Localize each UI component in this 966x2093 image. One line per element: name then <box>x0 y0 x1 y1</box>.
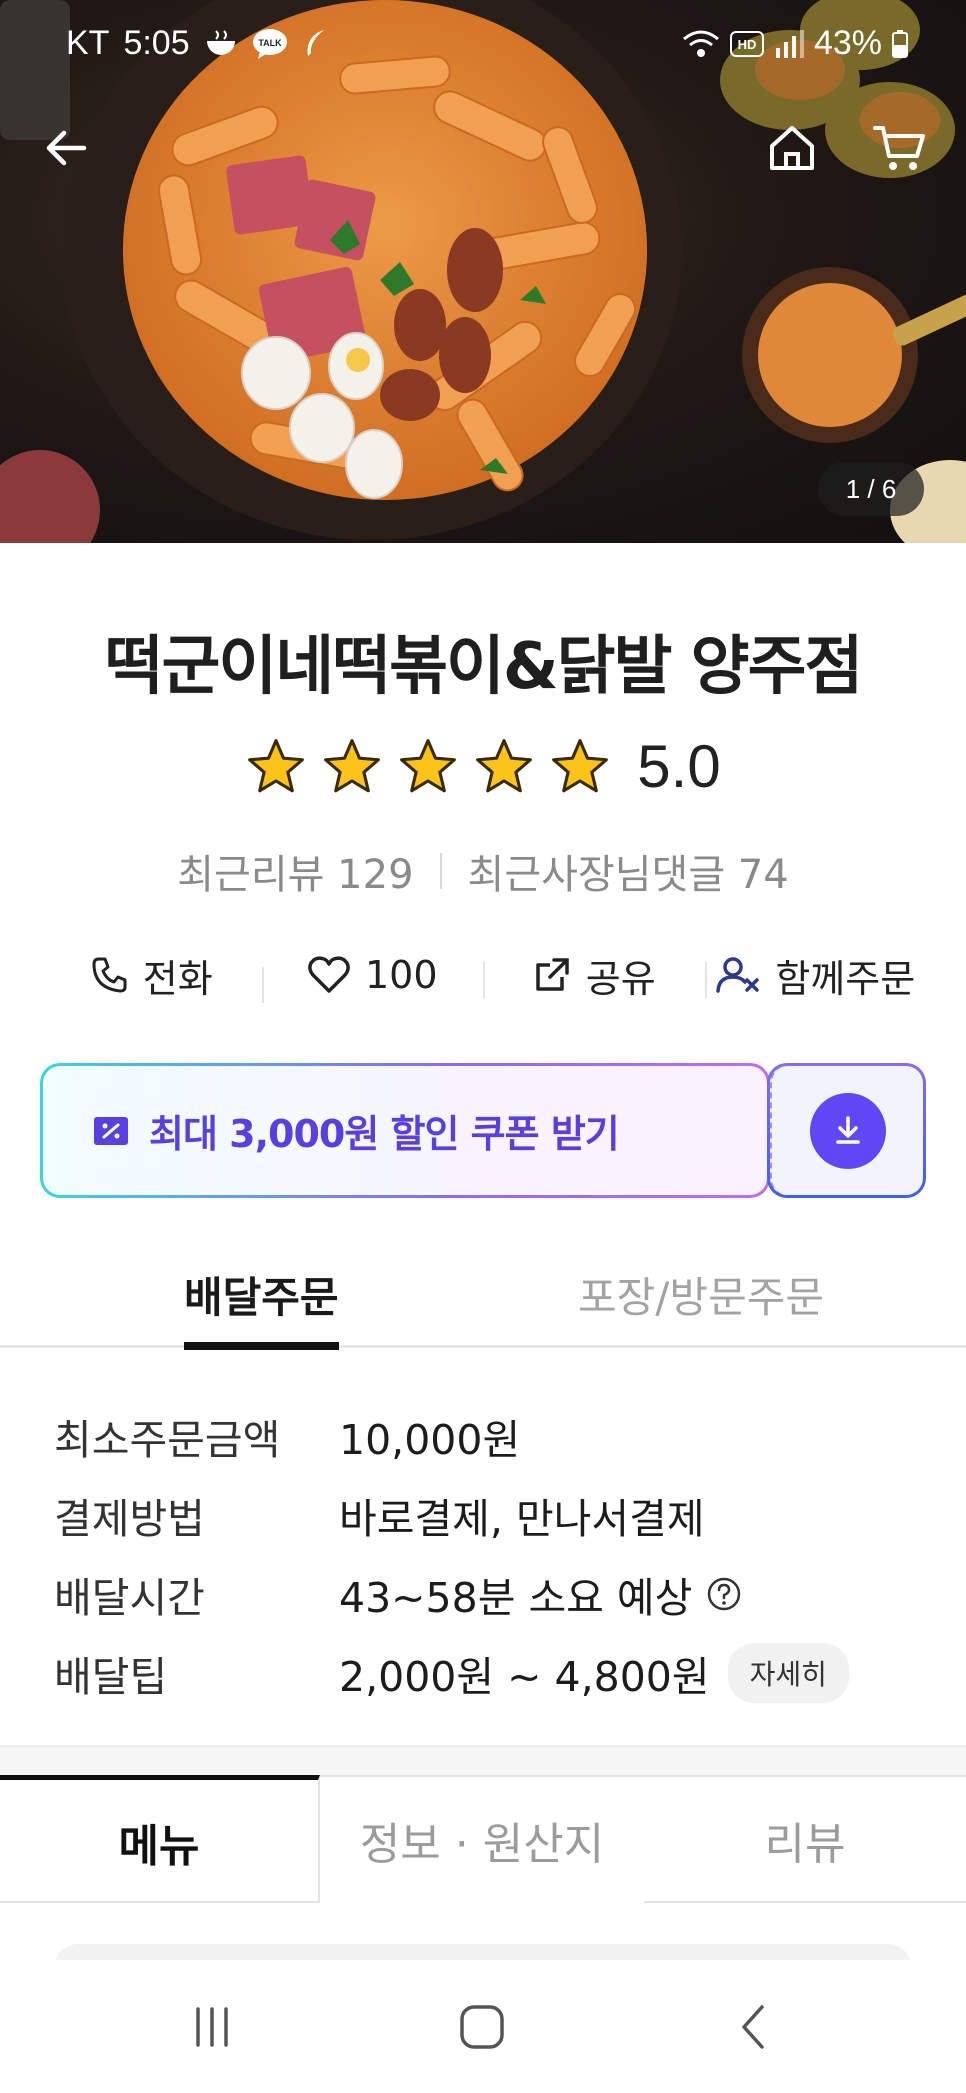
like-count: 100 <box>364 953 438 997</box>
like-button[interactable]: 100 <box>261 953 484 1003</box>
system-home-button[interactable] <box>442 1994 522 2060</box>
coupon-banner: 최대 3,000원 할인 쿠폰 받기 <box>40 1063 926 1198</box>
download-icon <box>835 1115 860 1144</box>
home-icon <box>770 126 814 170</box>
svg-text:HD: HD <box>738 37 757 52</box>
home-button[interactable] <box>756 112 828 184</box>
tab-pickup[interactable]: 포장/방문주문 <box>578 1264 824 1325</box>
recent-reviews-link[interactable]: 최근리뷰 129 <box>177 842 413 900</box>
payment-label: 결제방법 <box>54 1494 205 1543</box>
info-row-delivery-tip: 배달팁 2,000원 ~ 4,800원 자세히 <box>54 1633 934 1712</box>
battery-label: 43% <box>813 24 882 62</box>
signal-icon <box>774 29 804 58</box>
system-back-icon <box>742 2005 764 2049</box>
hero-image-carousel[interactable]: KT 5:05 TALK HD 43% 1 / 6 <box>0 0 966 543</box>
hd-icon: HD <box>729 30 764 57</box>
carrier-label: KT <box>66 24 110 62</box>
call-button[interactable]: 전화 <box>40 948 262 1003</box>
talk-icon: TALK <box>252 28 288 60</box>
payment-value: 바로결제, 만나서결제 <box>339 1494 705 1543</box>
delivery-time-group: 43~58분 소요 예상 <box>339 1564 742 1624</box>
cart-button[interactable] <box>864 112 936 184</box>
star-icon <box>324 738 381 792</box>
info-row-min-order: 최소주문금액 10,000원 <box>54 1396 934 1475</box>
star-rating <box>245 736 611 798</box>
store-name: 떡군이네떡볶이&닭발 양주점 <box>104 630 864 704</box>
delivery-tip-value: 2,000원 ~ 4,800원 <box>339 1652 710 1701</box>
battery-icon <box>892 29 908 58</box>
wifi-icon <box>682 29 720 59</box>
status-bar: KT 5:05 TALK HD 43% <box>0 0 966 90</box>
store-actions: 전화 100 공유 함께주문 <box>40 940 926 1010</box>
divider <box>439 853 442 889</box>
info-row-delivery-time: 배달시간 43~58분 소요 예상 <box>54 1554 934 1633</box>
tab-delivery[interactable]: 배달주문 <box>184 1264 339 1350</box>
page-indicator: 1 / 6 <box>818 462 924 516</box>
call-label: 전화 <box>142 956 213 1001</box>
share-icon <box>536 958 569 991</box>
recents-icon <box>196 2007 228 2047</box>
share-button[interactable]: 공유 <box>483 948 705 1003</box>
cart-icon <box>873 126 925 170</box>
tab-menu[interactable]: 메뉴 <box>0 1775 320 1903</box>
recents-button[interactable] <box>172 1994 252 2060</box>
system-home-icon <box>460 2005 504 2049</box>
min-order-value: 10,000원 <box>339 1415 521 1464</box>
delivery-time-value: 43~58분 소요 예상 <box>339 1573 693 1622</box>
group-order-label: 함께주문 <box>775 956 916 1001</box>
section-divider <box>0 1745 966 1777</box>
group-order-icon <box>716 957 760 993</box>
system-back-button[interactable] <box>714 1994 794 2060</box>
group-order-button[interactable]: 함께주문 <box>704 948 927 1003</box>
info-row-payment: 결제방법 바로결제, 만나서결제 <box>54 1475 934 1554</box>
star-icon <box>552 738 609 792</box>
bowl-icon <box>204 29 238 59</box>
svg-text:TALK: TALK <box>258 38 282 48</box>
coupon-button[interactable]: 최대 3,000원 할인 쿠폰 받기 <box>40 1063 770 1198</box>
coupon-icon <box>94 1116 128 1145</box>
tab-info-origin[interactable]: 정보 · 원산지 <box>320 1775 644 1903</box>
coupon-download-button[interactable] <box>767 1063 926 1198</box>
back-button[interactable] <box>30 112 102 184</box>
menu-tabs: 메뉴 정보 · 원산지 리뷰 <box>0 1775 966 1903</box>
tab-reviews[interactable]: 리뷰 <box>644 1775 966 1903</box>
share-label: 공유 <box>585 956 656 1001</box>
star-icon <box>400 738 457 792</box>
heart-icon <box>308 956 350 993</box>
order-info-table: 최소주문금액 10,000원 결제방법 바로결제, 만나서결제 배달시간 43~… <box>54 1396 934 1712</box>
review-stats: 최근리뷰 129 최근사장님댓글 74 <box>0 842 966 900</box>
time-label: 5:05 <box>123 24 190 62</box>
delivery-tip-label: 배달팁 <box>54 1652 168 1701</box>
rating-value: 5.0 <box>637 733 721 800</box>
system-navigation-bar <box>0 1960 966 2093</box>
back-arrow-icon <box>46 130 87 166</box>
phone-icon <box>92 957 127 993</box>
star-icon <box>248 738 305 792</box>
min-order-label: 최소주문금액 <box>54 1415 281 1464</box>
rating-row: 5.0 <box>0 732 966 801</box>
feather-icon <box>302 28 328 60</box>
delivery-tip-detail-button[interactable]: 자세히 <box>727 1642 849 1703</box>
help-icon[interactable] <box>706 1576 742 1612</box>
order-type-tabs: 배달주문 포장/방문주문 <box>0 1250 966 1350</box>
delivery-tip-group: 2,000원 ~ 4,800원 자세히 <box>339 1642 849 1703</box>
star-icon <box>476 738 533 792</box>
coupon-text: 최대 3,000원 할인 쿠폰 받기 <box>149 1112 620 1156</box>
download-circle <box>809 1092 886 1169</box>
owner-replies-link[interactable]: 최근사장님댓글 74 <box>468 842 789 900</box>
delivery-time-label: 배달시간 <box>54 1573 205 1622</box>
